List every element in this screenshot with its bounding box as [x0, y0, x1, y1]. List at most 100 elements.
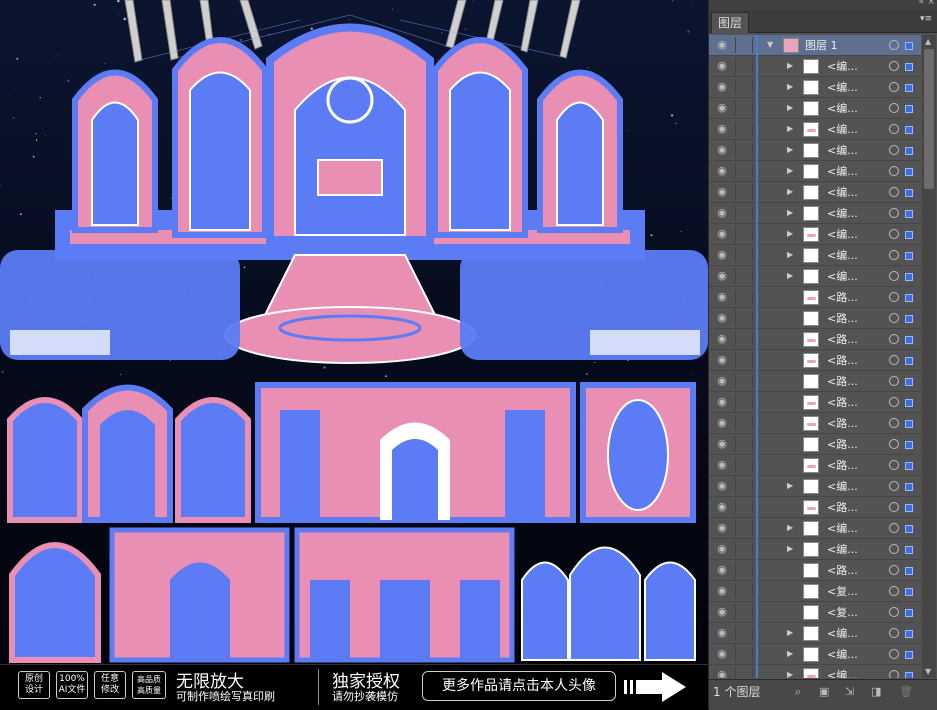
target-circle-icon[interactable]: [889, 229, 899, 239]
layer-name[interactable]: <路...: [827, 458, 858, 473]
selection-square-icon[interactable]: [905, 588, 913, 596]
visibility-eye-icon[interactable]: ◉: [715, 144, 729, 156]
scroll-down-icon[interactable]: ▼: [925, 667, 931, 676]
lock-toggle[interactable]: [735, 331, 753, 347]
layer-row[interactable]: ◉<复...: [709, 602, 921, 623]
layer-row[interactable]: ◉▶<编...: [709, 98, 921, 119]
layer-row[interactable]: ◉▶<编...: [709, 245, 921, 266]
lock-toggle[interactable]: [735, 352, 753, 368]
visibility-eye-icon[interactable]: ◉: [715, 60, 729, 72]
visibility-eye-icon[interactable]: ◉: [715, 396, 729, 408]
new-layer-icon[interactable]: ◨: [871, 685, 881, 698]
selection-square-icon[interactable]: [905, 189, 913, 197]
layer-row[interactable]: ◉▶<编...: [709, 665, 921, 678]
lock-toggle[interactable]: [735, 415, 753, 431]
selection-square-icon[interactable]: [905, 672, 913, 678]
layer-row[interactable]: ◉▶<编...: [709, 161, 921, 182]
layer-row[interactable]: ◉<路...: [709, 434, 921, 455]
selection-square-icon[interactable]: [905, 651, 913, 659]
selection-square-icon[interactable]: [905, 273, 913, 281]
delete-icon[interactable]: 🗑: [899, 685, 913, 698]
layer-name[interactable]: <路...: [827, 311, 858, 326]
target-circle-icon[interactable]: [889, 61, 899, 71]
lock-toggle[interactable]: [735, 247, 753, 263]
lock-toggle[interactable]: [735, 667, 753, 678]
layer-row[interactable]: ◉ <路...: [709, 497, 921, 518]
visibility-eye-icon[interactable]: ◉: [715, 606, 729, 618]
target-circle-icon[interactable]: [889, 145, 899, 155]
layer-name[interactable]: <路...: [827, 416, 858, 431]
expand-right-icon[interactable]: ▶: [787, 228, 793, 240]
visibility-eye-icon[interactable]: ◉: [715, 81, 729, 93]
visibility-eye-icon[interactable]: ◉: [715, 333, 729, 345]
panel-menu-icon[interactable]: ▾≡: [920, 14, 932, 24]
target-circle-icon[interactable]: [889, 544, 899, 554]
layer-name[interactable]: <编...: [827, 185, 858, 200]
expand-right-icon[interactable]: ▶: [787, 522, 793, 534]
layer-name[interactable]: <编...: [827, 59, 858, 74]
expand-right-icon[interactable]: ▶: [787, 249, 793, 261]
target-circle-icon[interactable]: [889, 586, 899, 596]
selection-square-icon[interactable]: [905, 315, 913, 323]
layer-name[interactable]: <路...: [827, 290, 858, 305]
layer-name[interactable]: <编...: [827, 668, 858, 678]
lock-toggle[interactable]: [735, 100, 753, 116]
visibility-eye-icon[interactable]: ◉: [715, 543, 729, 555]
layer-row[interactable]: ◉<路...: [709, 287, 921, 308]
target-circle-icon[interactable]: [889, 523, 899, 533]
layer-name[interactable]: <路...: [827, 500, 858, 515]
layer-name[interactable]: <路...: [827, 437, 858, 452]
lock-toggle[interactable]: [735, 142, 753, 158]
target-circle-icon[interactable]: [889, 82, 899, 92]
visibility-eye-icon[interactable]: ◉: [715, 501, 729, 513]
lock-toggle[interactable]: [735, 205, 753, 221]
selection-square-icon[interactable]: [905, 210, 913, 218]
selection-square-icon[interactable]: [905, 168, 913, 176]
layer-name[interactable]: <编...: [827, 143, 858, 158]
selection-square-icon[interactable]: [905, 126, 913, 134]
layer-row[interactable]: ◉<路...: [709, 560, 921, 581]
target-circle-icon[interactable]: [889, 124, 899, 134]
layer-row[interactable]: ◉ <路...: [709, 308, 921, 329]
layer-name[interactable]: <编...: [827, 626, 858, 641]
target-circle-icon[interactable]: [889, 271, 899, 281]
layer-name[interactable]: <编...: [827, 227, 858, 242]
layer-row-top[interactable]: ◉▼图层 1: [709, 35, 921, 56]
visibility-eye-icon[interactable]: ◉: [715, 270, 729, 282]
target-circle-icon[interactable]: [889, 334, 899, 344]
layers-scrollbar[interactable]: ▲ ▼: [922, 35, 936, 678]
target-circle-icon[interactable]: [889, 565, 899, 575]
layer-name[interactable]: <编...: [827, 80, 858, 95]
selection-square-icon[interactable]: [905, 84, 913, 92]
visibility-eye-icon[interactable]: ◉: [715, 312, 729, 324]
search-icon[interactable]: ⌕: [795, 685, 801, 699]
visibility-eye-icon[interactable]: ◉: [715, 585, 729, 597]
visibility-eye-icon[interactable]: ◉: [715, 669, 729, 678]
target-circle-icon[interactable]: [889, 502, 899, 512]
expand-right-icon[interactable]: ▶: [787, 144, 793, 156]
layer-row[interactable]: ◉▶<编...: [709, 203, 921, 224]
scroll-up-icon[interactable]: ▲: [925, 37, 931, 46]
layer-name[interactable]: <编...: [827, 206, 858, 221]
layer-name[interactable]: <编...: [827, 164, 858, 179]
lock-toggle[interactable]: [735, 79, 753, 95]
more-works-button[interactable]: 更多作品请点击本人头像: [422, 671, 616, 701]
layer-name[interactable]: <编...: [827, 248, 858, 263]
lock-toggle[interactable]: [735, 184, 753, 200]
target-circle-icon[interactable]: [889, 250, 899, 260]
lock-toggle[interactable]: [735, 121, 753, 137]
lock-toggle[interactable]: [735, 373, 753, 389]
selection-square-icon[interactable]: [905, 420, 913, 428]
lock-toggle[interactable]: [735, 625, 753, 641]
layer-row[interactable]: ◉▶<编...: [709, 56, 921, 77]
expand-right-icon[interactable]: ▶: [787, 648, 793, 660]
layer-row[interactable]: ◉▶<编...: [709, 476, 921, 497]
visibility-eye-icon[interactable]: ◉: [715, 165, 729, 177]
selection-square-icon[interactable]: [905, 147, 913, 155]
expand-right-icon[interactable]: ▶: [787, 186, 793, 198]
visibility-eye-icon[interactable]: ◉: [715, 564, 729, 576]
layer-row[interactable]: ◉<复...: [709, 581, 921, 602]
target-circle-icon[interactable]: [889, 607, 899, 617]
lock-toggle[interactable]: [735, 457, 753, 473]
new-sublayer-icon[interactable]: ⇲: [845, 685, 854, 698]
